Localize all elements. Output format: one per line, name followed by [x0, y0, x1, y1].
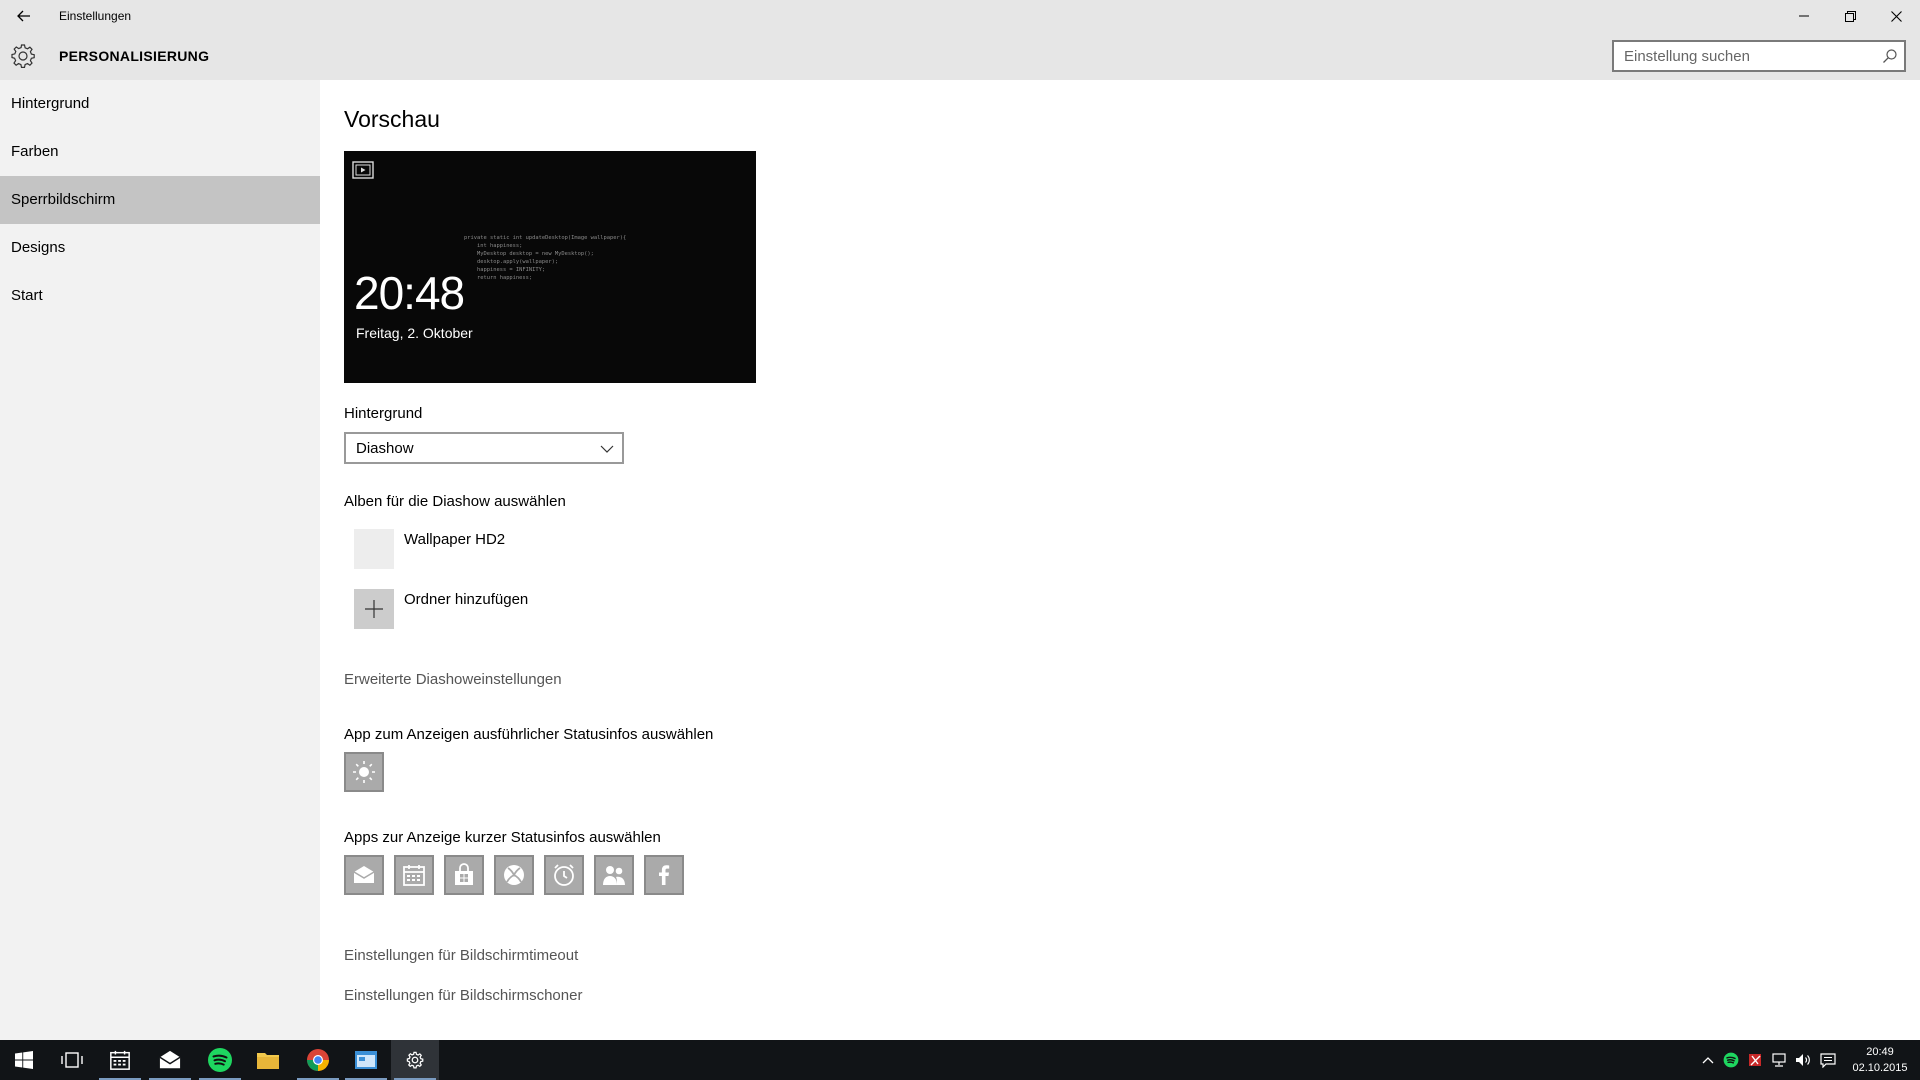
window-title: Einstellungen	[59, 9, 132, 23]
file-explorer-icon	[257, 1053, 279, 1069]
background-dropdown[interactable]: Diashow	[344, 432, 624, 464]
quick-status-app-xbox[interactable]	[494, 855, 534, 895]
page-title: PERSONALISIERUNG	[59, 48, 210, 64]
tray-volume[interactable]	[1792, 1040, 1814, 1080]
detailed-status-app-button[interactable]	[344, 752, 384, 792]
sidebar: Hintergrund Farben Sperrbildschirm Desig…	[0, 80, 320, 1040]
mail-icon	[353, 866, 375, 883]
scrollbar[interactable]	[1910, 80, 1920, 1040]
quick-status-app-facebook[interactable]	[644, 855, 684, 895]
calendar-icon	[110, 1050, 130, 1070]
tray-spotify[interactable]	[1720, 1040, 1742, 1080]
album-name[interactable]: Wallpaper HD2	[404, 531, 505, 548]
taskbar-chrome-button[interactable]	[294, 1040, 342, 1080]
quick-status-app-calendar[interactable]	[394, 855, 434, 895]
sidebar-item-farben[interactable]: Farben	[0, 128, 320, 176]
minimize-icon	[1799, 15, 1809, 17]
mail-icon	[159, 1050, 181, 1069]
page-header: PERSONALISIERUNG	[0, 32, 1920, 80]
sidebar-item-sperrbildschirm[interactable]: Sperrbildschirm	[0, 176, 320, 224]
taskbar-file-explorer-button[interactable]	[244, 1040, 292, 1080]
clock-time: 20:49	[1866, 1046, 1894, 1058]
minimize-button[interactable]	[1781, 0, 1827, 32]
network-icon	[1772, 1053, 1786, 1067]
detailed-status-label: App zum Anzeigen ausführlicher Statusinf…	[344, 726, 714, 743]
taskbar-calendar-button[interactable]	[96, 1040, 144, 1080]
volume-icon	[1796, 1054, 1810, 1066]
close-button[interactable]	[1873, 0, 1919, 32]
quick-status-app-list	[344, 855, 694, 895]
preview-time: 20:48	[354, 267, 465, 319]
advanced-slideshow-link[interactable]: Erweiterte Diashoweinstellungen	[344, 671, 562, 688]
add-folder-label[interactable]: Ordner hinzufügen	[404, 591, 528, 608]
weather-sun-icon	[353, 761, 375, 783]
quick-status-label: Apps zur Anzeige kurzer Statusinfos ausw…	[344, 829, 661, 846]
slideshow-icon	[352, 161, 374, 179]
taskbar-spotify-button[interactable]	[196, 1040, 244, 1080]
background-label: Hintergrund	[344, 405, 423, 422]
arrow-left-icon	[17, 10, 30, 22]
notification-icon	[1820, 1052, 1836, 1068]
taskbar-clock[interactable]: 20:49 02.10.2015	[1845, 1044, 1915, 1076]
search-input[interactable]	[1614, 42, 1874, 70]
tray-antivirus[interactable]	[1744, 1040, 1766, 1080]
clock-date: 02.10.2015	[1852, 1062, 1908, 1074]
chevron-up-icon	[1702, 1057, 1714, 1064]
taskbar-window-app-button[interactable]	[342, 1040, 390, 1080]
chrome-icon	[307, 1049, 329, 1071]
lock-screen-preview: private static int updateDesktop(Image w…	[344, 151, 756, 383]
settings-icon	[406, 1051, 424, 1069]
sidebar-item-start[interactable]: Start	[0, 272, 320, 320]
sidebar-item-hintergrund[interactable]: Hintergrund	[0, 80, 320, 128]
taskbar-mail-button[interactable]	[146, 1040, 194, 1080]
close-icon	[1890, 10, 1902, 22]
quick-status-app-mail[interactable]	[344, 855, 384, 895]
taskbar-task-view-button[interactable]	[48, 1040, 96, 1080]
restore-button[interactable]	[1827, 0, 1873, 32]
search-icon[interactable]	[1882, 48, 1898, 64]
add-folder-button[interactable]	[354, 589, 394, 629]
start-icon	[15, 1051, 33, 1069]
chevron-down-icon	[600, 445, 614, 453]
window-app-icon	[355, 1051, 377, 1069]
quick-status-app-people[interactable]	[594, 855, 634, 895]
wallpaper-code: private static int updateDesktop(Image w…	[464, 235, 627, 281]
spotify-icon	[1723, 1052, 1739, 1068]
quick-status-app-store[interactable]	[444, 855, 484, 895]
task-view-icon	[61, 1052, 83, 1068]
calendar-icon	[403, 865, 425, 886]
plus-icon	[365, 600, 383, 618]
facebook-icon	[659, 865, 670, 885]
back-button[interactable]	[12, 6, 36, 26]
taskbar: 20:49 02.10.2015	[0, 1040, 1920, 1080]
sidebar-item-designs[interactable]: Designs	[0, 224, 320, 272]
preview-date: Freitag, 2. Oktober	[356, 325, 473, 341]
preview-heading: Vorschau	[344, 106, 440, 132]
shield-alert-icon	[1749, 1054, 1761, 1066]
store-icon	[455, 863, 473, 885]
album-thumbnail[interactable]	[354, 529, 394, 569]
taskbar-start-button[interactable]	[0, 1040, 48, 1080]
tray-overflow-button[interactable]	[1698, 1040, 1718, 1080]
alarm-icon	[554, 864, 574, 886]
title-bar: Einstellungen	[0, 0, 1920, 32]
people-icon	[603, 866, 625, 885]
tray-network[interactable]	[1768, 1040, 1790, 1080]
restore-icon	[1844, 10, 1856, 22]
gear-icon	[11, 44, 35, 68]
xbox-icon	[504, 865, 524, 885]
quick-status-app-alarm[interactable]	[544, 855, 584, 895]
search-box[interactable]	[1612, 40, 1906, 72]
screen-timeout-link[interactable]: Einstellungen für Bildschirmtimeout	[344, 947, 578, 964]
spotify-icon	[208, 1048, 232, 1072]
screensaver-link[interactable]: Einstellungen für Bildschirmschoner	[344, 987, 582, 1004]
albums-label: Alben für die Diashow auswählen	[344, 493, 566, 510]
tray-action-center[interactable]	[1816, 1040, 1840, 1080]
taskbar-settings-button[interactable]	[391, 1040, 439, 1080]
background-dropdown-value: Diashow	[356, 440, 414, 457]
